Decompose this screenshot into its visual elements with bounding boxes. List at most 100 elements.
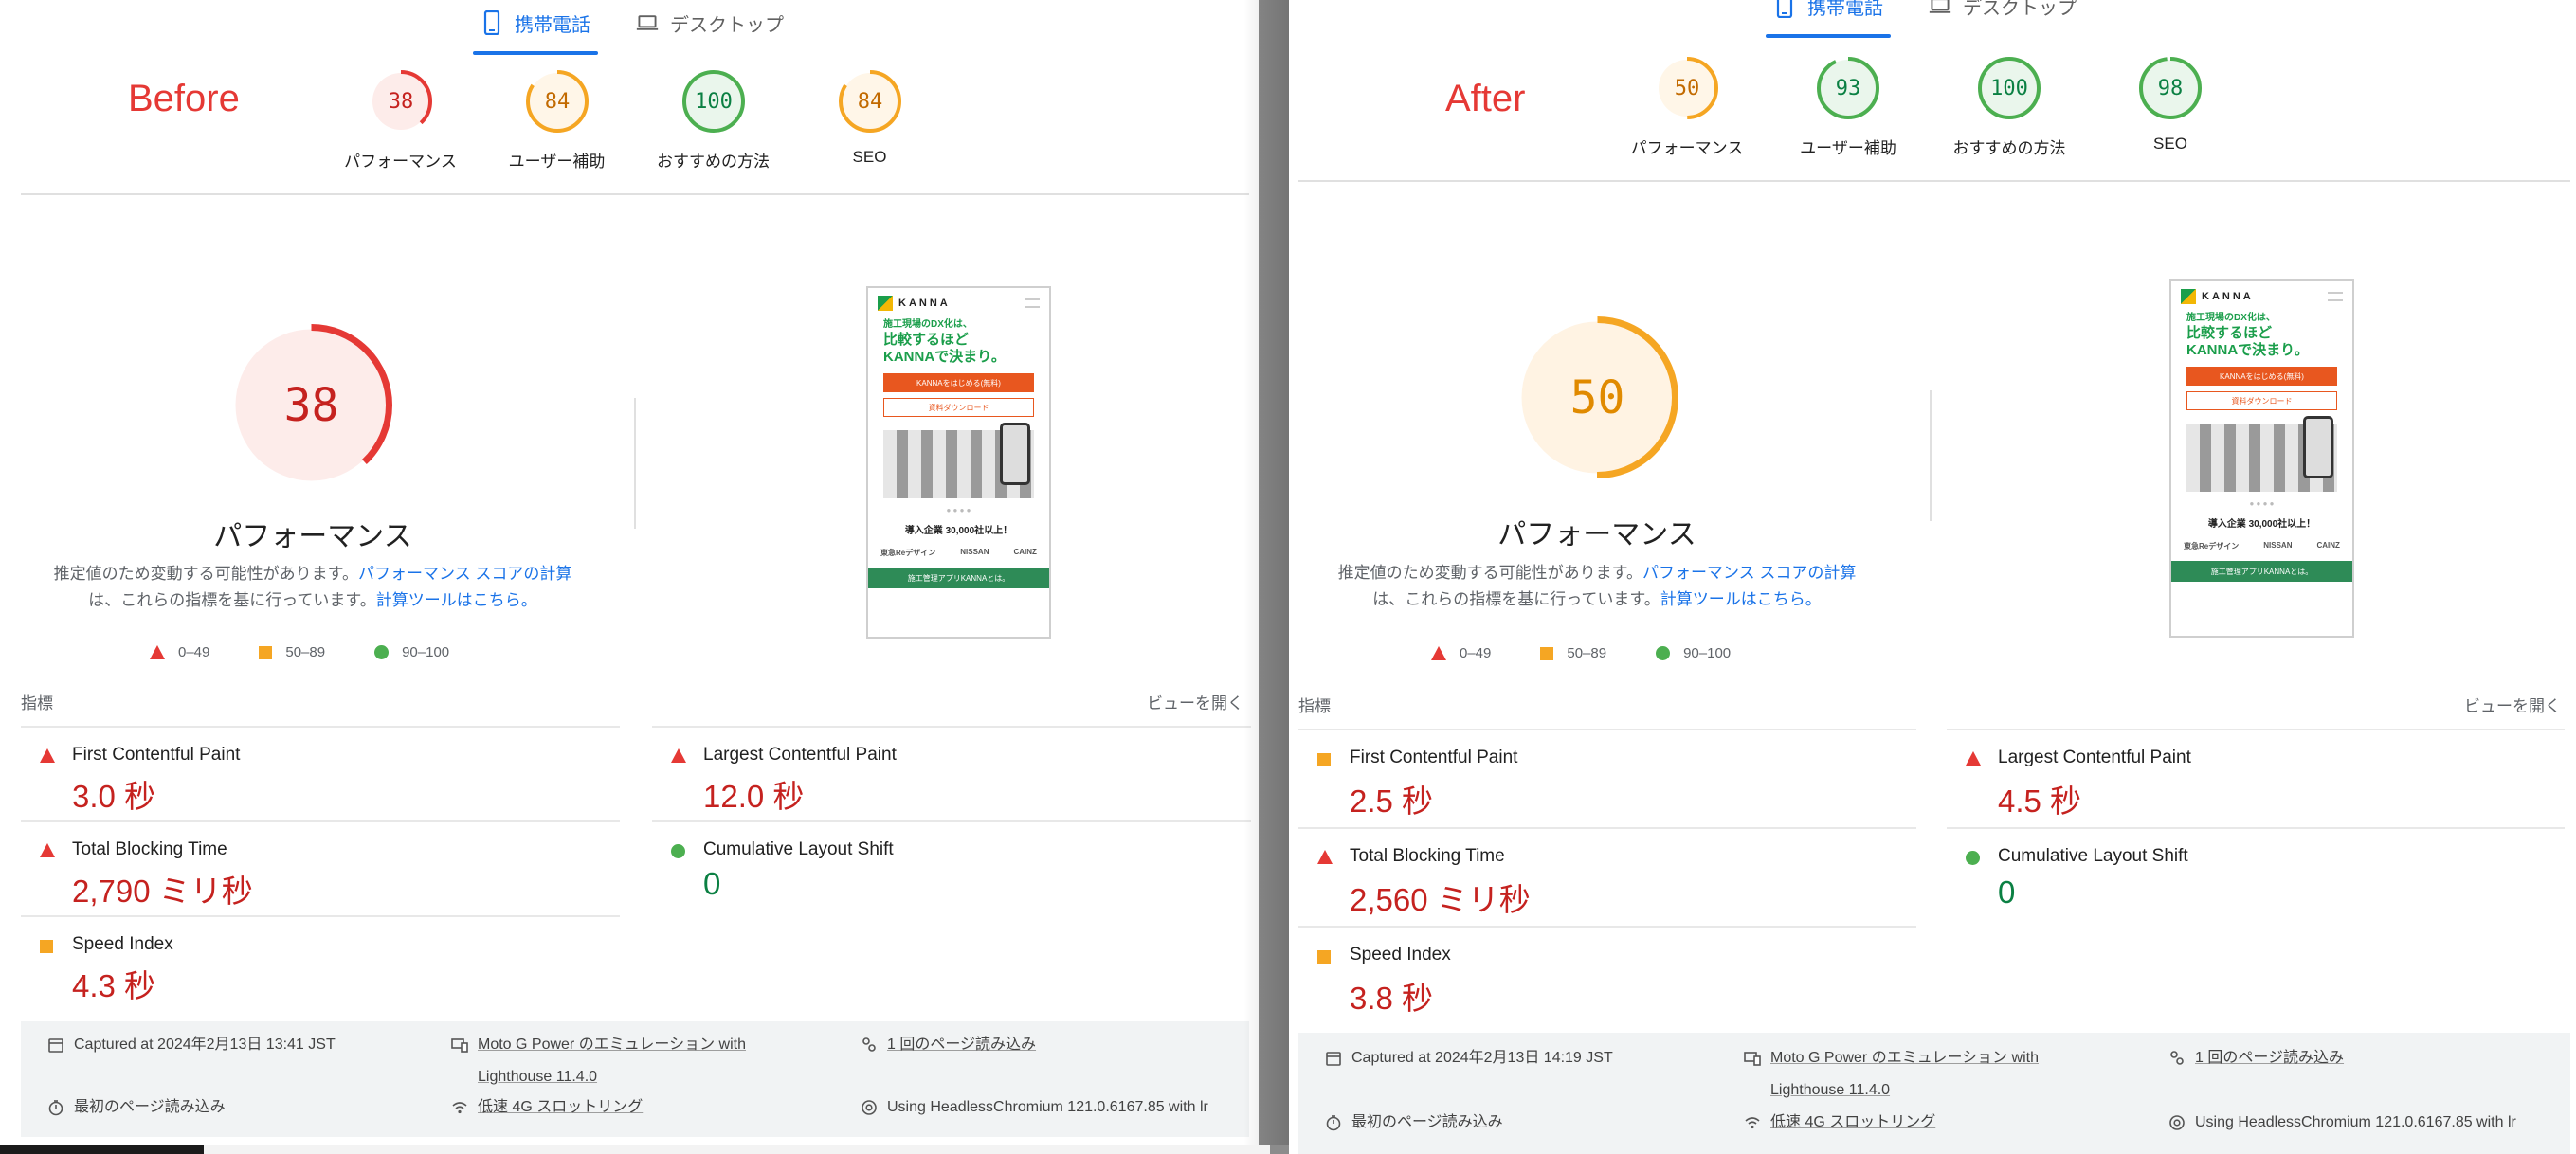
metric-si: Speed Index 3.8 秒 — [1298, 926, 1916, 1024]
view-toggle[interactable]: ビューを開く — [2464, 693, 2561, 716]
thumb-brand: KANNA — [898, 298, 951, 309]
score-note: 推定値のため変動する可能性があります。パフォーマンス スコアの計算 は、これらの… — [38, 561, 588, 614]
throttling-text[interactable]: 低速 4G スロットリング — [478, 1091, 643, 1124]
gauge-best-practices[interactable]: 100 おすすめの方法 — [635, 68, 791, 171]
square-icon — [259, 645, 273, 659]
square-icon — [1317, 950, 1331, 964]
captured-info: Captured at 2024年2月13日 14:19 JST — [1325, 1042, 1613, 1074]
metric-si: Speed Index 4.3 秒 — [21, 915, 620, 1010]
header-divider — [1298, 180, 2570, 182]
legend-good-label: 90–100 — [402, 644, 450, 660]
thumb-logo-1: 東急Reデザイン — [2184, 542, 2240, 550]
gauge-accessibility[interactable]: 93 ユーザー補助 — [1768, 55, 1929, 158]
thumb-caption: 導入企業 30,000社以上！ — [2207, 519, 2316, 530]
thumb-footer: 施工管理アプリKANNAとは。 — [868, 568, 1049, 588]
thumb-footer: 施工管理アプリKANNAとは。 — [2171, 561, 2352, 582]
thumb-copy-1: 施工現場のDX化は、 — [2186, 313, 2276, 323]
calculator-link[interactable]: 計算ツールはこちら。 — [376, 591, 537, 609]
metric-lcp-name: Largest Contentful Paint — [1998, 748, 2191, 767]
kanna-logo-icon — [2181, 289, 2196, 304]
session-text[interactable]: 1 回のページ読み込み — [2195, 1042, 2344, 1074]
metric-cls: Cumulative Layout Shift 0 — [652, 820, 1251, 915]
metric-tbt-value: 2,790 ミリ秒 — [72, 874, 253, 909]
devices-icon — [451, 1038, 468, 1053]
thumb-caption: 導入企業 30,000社以上！ — [904, 526, 1013, 536]
wifi-icon — [1745, 1117, 1760, 1129]
gauge-accessibility[interactable]: 84 ユーザー補助 — [479, 68, 635, 171]
score-note: 推定値のため変動する可能性があります。パフォーマンス スコアの計算 は、これらの… — [1322, 560, 1872, 613]
thumb-logo-2: NISSAN — [960, 548, 989, 556]
metric-tbt-value: 2,560 ミリ秒 — [1350, 882, 1531, 917]
metric-tbt: Total Blocking Time 2,560 ミリ秒 — [1298, 827, 1916, 926]
throttling-text[interactable]: 低速 4G スロットリング — [1770, 1107, 1935, 1139]
initial-load-info: 最初のページ読み込み — [47, 1091, 226, 1124]
circle-icon — [671, 844, 685, 858]
thumb-download-button: 資料ダウンロード — [2186, 391, 2337, 410]
page-screenshot-thumbnail[interactable]: KANNA 施工現場のDX化は、 比較するほど KANNAで決まり。 KANNAをは… — [2169, 279, 2354, 638]
metric-si-value: 3.8 秒 — [1350, 981, 1434, 1016]
thumb-client-logos: 東急Reデザイン NISSAN CAINZ — [2171, 541, 2352, 551]
tab-mobile-label: 携帯電話 — [515, 14, 590, 36]
category-gauges: 50 パフォーマンス 93 ユーザー補助 100 おすすめの方法 98 SEO — [1606, 55, 2251, 158]
initial-load-text: 最初のページ読み込み — [74, 1099, 226, 1115]
gauge-seo[interactable]: 98 SEO — [2090, 55, 2251, 158]
people-icon — [2170, 1051, 2184, 1065]
lighthouse-version[interactable]: Lighthouse 11.4.0 — [1770, 1082, 1890, 1098]
thumb-client-logos: 東急Reデザイン NISSAN CAINZ — [868, 548, 1049, 558]
gauge-accessibility-score: 84 — [544, 90, 570, 114]
device-text[interactable]: Moto G Power のエミュレーション with — [1770, 1050, 2039, 1066]
legend-poor: 0–49 — [1431, 645, 1491, 661]
legend-good-label: 90–100 — [1683, 645, 1732, 661]
gauge-best-practices-ring: 100 — [1978, 57, 2041, 119]
circle-icon — [1656, 646, 1671, 660]
vertical-separator — [1930, 390, 1932, 521]
metric-si-name: Speed Index — [1350, 945, 1451, 965]
square-icon — [1540, 646, 1554, 660]
score-calc-link[interactable]: パフォーマンス スコアの計算 — [1642, 564, 1856, 582]
view-toggle[interactable]: ビューを開く — [1147, 690, 1243, 713]
chrome-icon — [2169, 1115, 2185, 1130]
tab-desktop[interactable]: デスクトップ — [634, 4, 786, 42]
browser-info: Using HeadlessChromium 121.0.6167.85 wit… — [2168, 1107, 2516, 1139]
legend-average-label: 50–89 — [1567, 645, 1607, 661]
gauge-best-practices-score: 100 — [1990, 77, 2028, 100]
performance-main-gauge: 50 — [1516, 316, 1678, 478]
metric-lcp: Largest Contentful Paint 4.5 秒 — [1947, 729, 2565, 827]
calculator-link[interactable]: 計算ツールはこちら。 — [1660, 590, 1822, 608]
legend-poor: 0–49 — [150, 644, 209, 660]
tab-desktop[interactable]: デスクトップ — [1927, 0, 2078, 25]
lighthouse-version[interactable]: Lighthouse 11.4.0 — [478, 1069, 597, 1085]
square-icon — [40, 940, 53, 953]
metric-tbt: Total Blocking Time 2,790 ミリ秒 — [21, 820, 620, 915]
gauge-seo[interactable]: 84 SEO — [791, 68, 948, 171]
tab-mobile[interactable]: 携帯電話 — [473, 4, 598, 55]
tab-mobile-label: 携帯電話 — [1807, 0, 1883, 19]
gauge-best-practices[interactable]: 100 おすすめの方法 — [1929, 55, 2090, 158]
browser-text: Using HeadlessChromium 121.0.6167.85 wit… — [887, 1099, 1208, 1115]
performance-title: パフォーマンス — [213, 521, 412, 552]
menu-icon — [1025, 298, 1040, 308]
panel-edge-shadow — [1243, 0, 1291, 1145]
vertical-separator — [634, 398, 636, 529]
session-info: 1 回のページ読み込み — [861, 1029, 1036, 1061]
session-text[interactable]: 1 回のページ読み込み — [887, 1029, 1036, 1061]
device-text[interactable]: Moto G Power のエミュレーション with — [478, 1037, 746, 1053]
gauge-accessibility-label: ユーザー補助 — [1800, 139, 1896, 157]
page-screenshot-thumbnail[interactable]: KANNA 施工現場のDX化は、 比較するほど KANNAで決まり。 KANNAをは… — [866, 286, 1051, 639]
gauge-performance-ring: 38 — [369, 70, 432, 133]
initial-load-text: 最初のページ読み込み — [1351, 1114, 1503, 1130]
performance-main-score: 50 — [1570, 371, 1625, 424]
score-legend: 0–49 50–89 90–100 — [1431, 645, 1731, 661]
triangle-icon — [1966, 751, 1981, 766]
score-calc-link[interactable]: パフォーマンス スコアの計算 — [358, 565, 571, 583]
people-icon — [862, 1037, 876, 1052]
before-label: Before — [128, 78, 240, 119]
performance-main-gauge: 38 — [230, 324, 392, 486]
gauge-performance[interactable]: 38 パフォーマンス — [322, 68, 479, 171]
gauge-performance[interactable]: 50 パフォーマンス — [1606, 55, 1768, 158]
run-info-footer: Captured at 2024年2月13日 13:41 JST 最初のページ読… — [21, 1021, 1249, 1137]
metrics-header: 指標 ビューを開く — [1298, 693, 2561, 716]
tab-mobile[interactable]: 携帯電話 — [1766, 0, 1891, 38]
kanna-logo-icon — [878, 296, 893, 311]
throttling-info: 低速 4G スロットリング — [451, 1091, 643, 1124]
